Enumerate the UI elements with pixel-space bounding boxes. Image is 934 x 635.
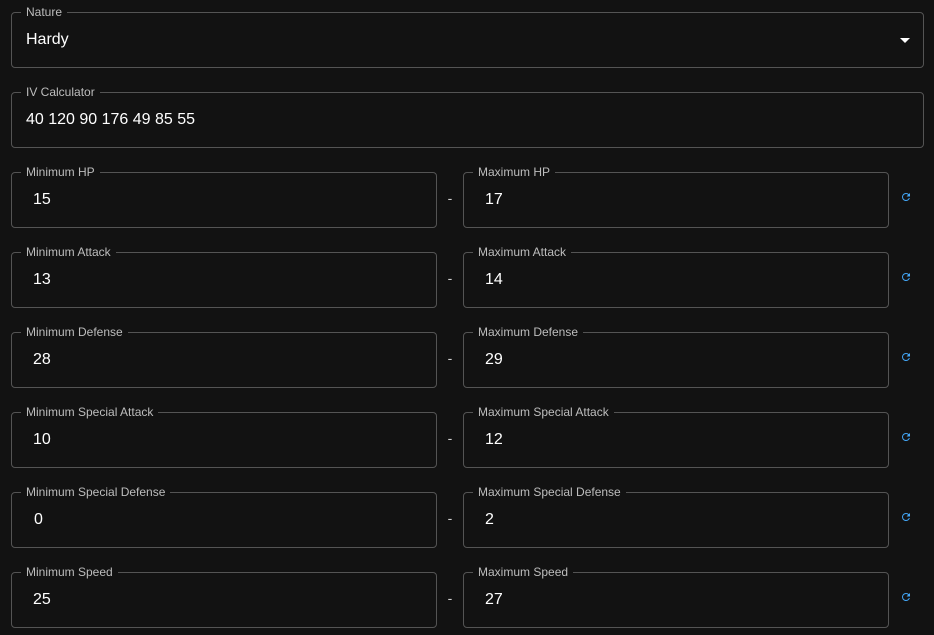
- min-special-defense-label: Minimum Special Defense: [21, 485, 171, 499]
- max-speed-input[interactable]: Maximum Speed 27: [463, 565, 889, 628]
- max-defense-value: 29: [485, 351, 503, 368]
- min-speed-input[interactable]: Minimum Speed 25: [11, 565, 437, 628]
- min-defense-input[interactable]: Minimum Defense 28: [11, 325, 437, 388]
- reset-speed-button[interactable]: [896, 587, 916, 607]
- min-special-attack-input[interactable]: Minimum Special Attack 10: [11, 405, 437, 468]
- min-hp-value: 15: [33, 191, 51, 208]
- max-hp-value: 17: [485, 191, 503, 208]
- caret-down-icon: [900, 38, 910, 43]
- nature-select[interactable]: Nature Hardy: [11, 5, 924, 68]
- min-hp-input[interactable]: Minimum HP 15: [11, 165, 437, 228]
- max-defense-input[interactable]: Maximum Defense 29: [463, 325, 889, 388]
- min-special-attack-value: 10: [33, 431, 51, 448]
- min-hp-label: Minimum HP: [21, 165, 100, 179]
- range-separator: -: [447, 590, 453, 606]
- max-speed-value: 27: [485, 591, 503, 608]
- refresh-icon: [901, 513, 910, 521]
- max-attack-value: 14: [485, 271, 503, 288]
- max-attack-label: Maximum Attack: [473, 245, 572, 259]
- min-special-defense-input[interactable]: Minimum Special Defense 0: [11, 485, 437, 548]
- iv-calculator-label: IV Calculator: [21, 85, 100, 99]
- max-special-defense-value: 2: [485, 511, 494, 528]
- range-separator: -: [447, 430, 453, 446]
- range-separator: -: [447, 510, 453, 526]
- min-defense-value: 28: [33, 351, 51, 368]
- max-special-defense-label: Maximum Special Defense: [473, 485, 626, 499]
- range-separator: -: [447, 270, 453, 286]
- max-speed-label: Maximum Speed: [473, 565, 574, 579]
- max-special-attack-label: Maximum Special Attack: [473, 405, 614, 419]
- max-hp-label: Maximum HP: [473, 165, 556, 179]
- min-attack-label: Minimum Attack: [21, 245, 116, 259]
- min-attack-input[interactable]: Minimum Attack 13: [11, 245, 437, 308]
- iv-calculator-value: 40 120 90 176 49 85 55: [26, 111, 196, 128]
- reset-defense-button[interactable]: [896, 347, 916, 367]
- range-separator: -: [447, 190, 453, 206]
- max-special-attack-input[interactable]: Maximum Special Attack 12: [463, 405, 889, 468]
- min-speed-value: 25: [33, 591, 51, 608]
- min-special-defense-value: 0: [34, 511, 43, 528]
- min-speed-label: Minimum Speed: [21, 565, 118, 579]
- refresh-icon: [901, 433, 910, 441]
- max-special-attack-value: 12: [485, 431, 503, 448]
- reset-attack-button[interactable]: [896, 267, 916, 287]
- max-hp-input[interactable]: Maximum HP 17: [463, 165, 889, 228]
- max-attack-input[interactable]: Maximum Attack 14: [463, 245, 889, 308]
- reset-special-attack-button[interactable]: [896, 427, 916, 447]
- min-defense-label: Minimum Defense: [21, 325, 128, 339]
- min-attack-value: 13: [33, 271, 51, 288]
- refresh-icon: [901, 273, 910, 281]
- refresh-icon: [901, 192, 910, 201]
- max-defense-label: Maximum Defense: [473, 325, 584, 339]
- range-separator: -: [447, 350, 453, 366]
- nature-value: Hardy: [26, 31, 69, 48]
- min-special-attack-label: Minimum Special Attack: [21, 405, 159, 419]
- reset-hp-button[interactable]: [896, 187, 916, 207]
- max-special-defense-input[interactable]: Maximum Special Defense 2: [463, 485, 889, 548]
- reset-special-defense-button[interactable]: [896, 507, 916, 527]
- refresh-icon: [901, 353, 910, 361]
- refresh-icon: [901, 593, 910, 601]
- iv-calculator-input[interactable]: IV Calculator 40 120 90 176 49 85 55: [11, 85, 924, 148]
- nature-label: Nature: [21, 5, 68, 19]
